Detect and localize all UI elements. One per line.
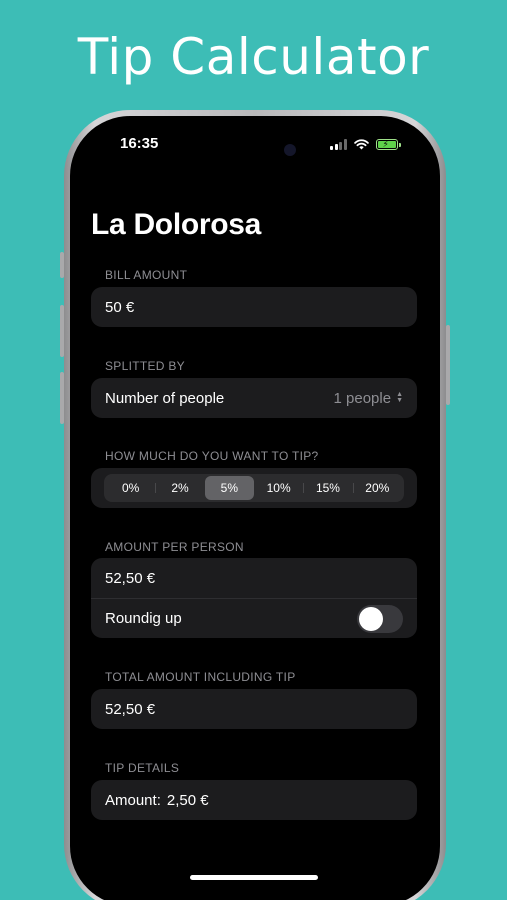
total-amount-row: 52,50 € [91,689,417,729]
status-time: 16:35 [120,135,159,152]
amount-per-person-label: AMOUNT PER PERSON [105,540,244,554]
page-title: La Dolorosa [91,208,262,241]
phone-action-button [60,252,64,278]
tip-details-row: Amount: 2,50 € [91,780,417,820]
tip-amount-value: 2,50 € [166,791,209,809]
status-icons: ⚡ [330,137,401,151]
tip-details-label: TIP DETAILS [105,761,180,775]
home-indicator[interactable] [190,875,318,880]
tip-option-15[interactable]: 15% [303,476,352,500]
tip-option-5[interactable]: 5% [204,476,254,500]
total-amount-value: 52,50 € [105,700,156,718]
tip-option-10[interactable]: 10% [254,476,303,500]
split-label: SPLITTED BY [105,359,185,373]
tip-percentage-label: HOW MUCH DO YOU WANT TO TIP? [105,449,319,463]
tip-option-2[interactable]: 2% [155,476,204,500]
tip-details-card: Amount: 2,50 € [91,780,417,820]
bill-amount-value: 50 € [105,298,135,316]
tip-card: 0% 2% 5% 10% 15% 20% [91,468,417,508]
phone-power-button [446,325,450,405]
phone-volume-down-button [60,372,64,424]
rounding-row: Roundig up [91,598,417,638]
people-picker-label: Number of people [105,389,225,407]
total-amount-card: 52,50 € [91,689,417,729]
chevron-up-down-icon: ▲ ▼ [396,391,403,404]
phone-volume-up-button [60,305,64,357]
rounding-toggle[interactable] [357,604,403,633]
tip-option-20[interactable]: 20% [352,476,402,500]
battery-charging-icon: ⚡ [375,138,401,150]
bill-amount-label: BILL AMOUNT [105,268,188,282]
amount-per-person-row: 52,50 € [91,558,417,598]
people-picker-value: 1 people [333,389,392,407]
promo-headline: Tip Calculator [77,28,430,86]
front-camera-icon [284,144,296,156]
tip-segmented-control[interactable]: 0% 2% 5% 10% 15% 20% [104,474,404,502]
tip-option-0[interactable]: 0% [106,476,155,500]
rounding-label: Roundig up [105,610,182,627]
total-amount-label: TOTAL AMOUNT INCLUDING TIP [105,670,296,684]
phone-screen: 16:35 ⚡ La Dolorosa BILL AMOUNT 50 € SPL… [70,116,440,900]
people-picker[interactable]: 1 people ▲ ▼ [334,390,404,407]
amount-per-person-card: 52,50 € Roundig up [91,558,417,638]
bill-amount-card: 50 € [91,287,417,327]
wifi-icon [353,138,369,149]
tip-amount-label: Amount: [105,791,161,809]
toggle-knob [359,606,383,631]
bill-amount-field[interactable]: 50 € [91,287,417,327]
people-picker-row[interactable]: Number of people 1 people ▲ ▼ [91,378,417,418]
split-card: Number of people 1 people ▲ ▼ [91,378,417,418]
cellular-signal-icon [330,138,347,150]
amount-per-person-value: 52,50 € [105,569,156,587]
